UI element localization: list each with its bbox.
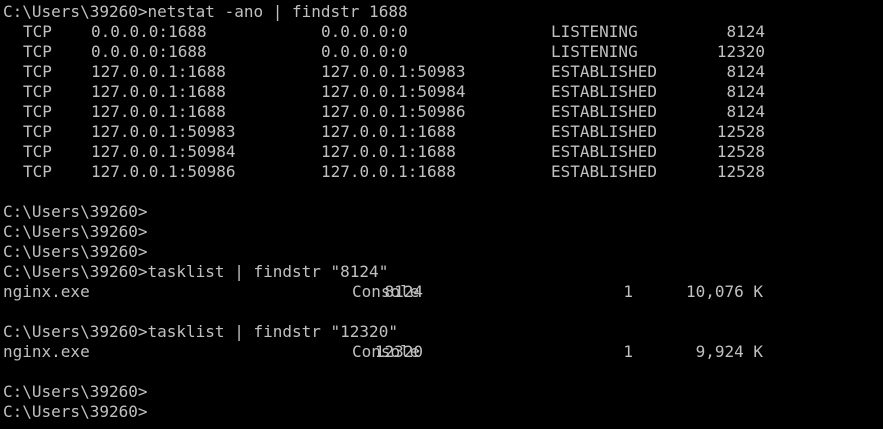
netstat-row: TCP 127.0.0.1:1688 127.0.0.1:50986 ESTAB…	[3, 102, 883, 122]
prompt: C:\Users\39260>	[3, 222, 148, 241]
memory-usage: 10,076 K	[685, 282, 763, 301]
tasklist-row: nginx.exe 12320 Console 1 9,924 K	[3, 342, 883, 362]
command-text: netstat -ano | findstr 1688	[147, 2, 408, 21]
protocol: TCP	[23, 162, 52, 181]
netstat-row: TCP 0.0.0.0:1688 0.0.0.0:0 LISTENING 812…	[3, 22, 883, 42]
foreign-address: 127.0.0.1:50984	[321, 82, 466, 101]
session-name: Console	[352, 282, 420, 301]
local-address: 127.0.0.1:50983	[91, 122, 236, 141]
foreign-address: 0.0.0.0:0	[321, 22, 408, 41]
prompt: C:\Users\39260>	[3, 262, 148, 281]
netstat-row: TCP 127.0.0.1:1688 127.0.0.1:50983 ESTAB…	[3, 62, 883, 82]
connection-state: ESTABLISHED	[551, 62, 657, 81]
prompt: C:\Users\39260>	[3, 202, 148, 221]
foreign-address: 127.0.0.1:1688	[321, 142, 456, 161]
netstat-row: TCP 127.0.0.1:50983 127.0.0.1:1688 ESTAB…	[3, 122, 883, 142]
image-name: nginx.exe	[3, 342, 90, 361]
protocol: TCP	[23, 22, 52, 41]
protocol: TCP	[23, 122, 52, 141]
command-line-netstat: C:\Users\39260>netstat -ano | findstr 16…	[3, 2, 883, 22]
prompt: C:\Users\39260>	[3, 382, 148, 401]
foreign-address: 127.0.0.1:1688	[321, 162, 456, 181]
local-address: 0.0.0.0:1688	[91, 42, 207, 61]
foreign-address: 127.0.0.1:1688	[321, 122, 456, 141]
prompt: C:\Users\39260>	[3, 402, 148, 421]
connection-state: ESTABLISHED	[551, 122, 657, 141]
command-line-tasklist: C:\Users\39260>tasklist | findstr "12320…	[3, 322, 883, 342]
prompt-line: C:\Users\39260>	[3, 222, 883, 242]
connection-state: LISTENING	[551, 22, 638, 41]
command-text: tasklist | findstr "8124"	[147, 262, 389, 281]
connection-state: ESTABLISHED	[551, 82, 657, 101]
local-address: 127.0.0.1:1688	[91, 82, 226, 101]
netstat-row: TCP 127.0.0.1:1688 127.0.0.1:50984 ESTAB…	[3, 82, 883, 102]
foreign-address: 127.0.0.1:50986	[321, 102, 466, 121]
foreign-address: 0.0.0.0:0	[321, 42, 408, 61]
prompt-line: C:\Users\39260>	[3, 242, 883, 262]
command-text: tasklist | findstr "12320"	[147, 322, 398, 341]
prompt-line: C:\Users\39260>	[3, 402, 883, 422]
local-address: 0.0.0.0:1688	[91, 22, 207, 41]
process-id: 8124	[726, 22, 765, 41]
protocol: TCP	[23, 62, 52, 81]
command-line-tasklist: C:\Users\39260>tasklist | findstr "8124"	[3, 262, 883, 282]
session-number: 1	[623, 282, 633, 301]
process-id: 8124	[726, 82, 765, 101]
tasklist-row: nginx.exe 8124 Console 1 10,076 K	[3, 282, 883, 302]
netstat-row: TCP 127.0.0.1:50984 127.0.0.1:1688 ESTAB…	[3, 142, 883, 162]
process-id: 8124	[726, 102, 765, 121]
local-address: 127.0.0.1:1688	[91, 62, 226, 81]
netstat-row: TCP 127.0.0.1:50986 127.0.0.1:1688 ESTAB…	[3, 162, 883, 182]
terminal-output[interactable]: C:\Users\39260>netstat -ano | findstr 16…	[0, 0, 883, 429]
prompt-line: C:\Users\39260>	[3, 202, 883, 222]
process-id: 12528	[716, 142, 765, 161]
connection-state: ESTABLISHED	[551, 162, 657, 181]
local-address: 127.0.0.1:50986	[91, 162, 236, 181]
process-id: 12528	[716, 122, 765, 141]
netstat-row: TCP 0.0.0.0:1688 0.0.0.0:0 LISTENING 123…	[3, 42, 883, 62]
prompt-line: C:\Users\39260>	[3, 382, 883, 402]
local-address: 127.0.0.1:1688	[91, 102, 226, 121]
connection-state: ESTABLISHED	[551, 102, 657, 121]
protocol: TCP	[23, 82, 52, 101]
connection-state: ESTABLISHED	[551, 142, 657, 161]
process-id: 8124	[726, 62, 765, 81]
image-name: nginx.exe	[3, 282, 90, 301]
process-id: 12320	[716, 42, 765, 61]
session-number: 1	[623, 342, 633, 361]
connection-state: LISTENING	[551, 42, 638, 61]
prompt: C:\Users\39260>	[3, 2, 148, 21]
prompt: C:\Users\39260>	[3, 322, 148, 341]
protocol: TCP	[23, 102, 52, 121]
memory-usage: 9,924 K	[695, 342, 763, 361]
protocol: TCP	[23, 142, 52, 161]
local-address: 127.0.0.1:50984	[91, 142, 236, 161]
prompt: C:\Users\39260>	[3, 242, 148, 261]
foreign-address: 127.0.0.1:50983	[321, 62, 466, 81]
process-id: 12528	[716, 162, 765, 181]
session-name: Console	[352, 342, 420, 361]
protocol: TCP	[23, 42, 52, 61]
